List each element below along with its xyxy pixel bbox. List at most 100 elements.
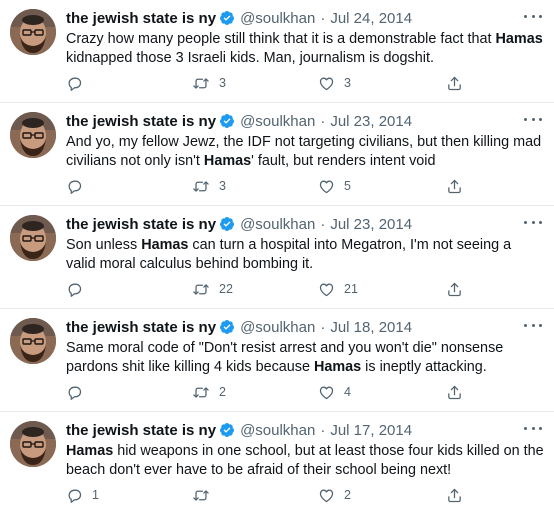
avatar[interactable] <box>10 318 56 364</box>
avatar[interactable] <box>10 9 56 55</box>
tweet-date[interactable]: Jul 17, 2014 <box>330 422 412 439</box>
retweet-button[interactable]: 3 <box>192 177 226 195</box>
avatar[interactable] <box>10 112 56 158</box>
retweet-icon <box>192 281 210 298</box>
more-options-icon[interactable] <box>524 318 542 332</box>
separator-dot: · <box>320 421 326 439</box>
reply-button[interactable]: 1 <box>66 486 99 504</box>
text-segment: Son unless <box>66 237 142 253</box>
tweet-actions: 3 3 <box>66 74 466 92</box>
heart-icon <box>318 487 335 504</box>
tweet-actions: 22 21 <box>66 280 466 298</box>
avatar[interactable] <box>10 421 56 467</box>
highlighted-term: Hamas <box>141 237 189 253</box>
retweet-button[interactable]: 3 <box>192 74 226 92</box>
verified-badge-icon <box>219 216 235 232</box>
share-button[interactable] <box>446 74 463 92</box>
separator-dot: · <box>320 112 326 130</box>
avatar-image <box>10 318 56 364</box>
tweet[interactable]: the jewish state is ny @soulkhan · Jul 2… <box>0 103 554 206</box>
like-count: 2 <box>344 488 351 502</box>
tweet-feed: the jewish state is ny @soulkhan · Jul 2… <box>0 0 554 509</box>
more-options-icon[interactable] <box>524 112 542 126</box>
display-name[interactable]: the jewish state is ny <box>66 10 216 27</box>
share-icon <box>446 281 463 298</box>
heart-icon <box>318 75 335 92</box>
share-button[interactable] <box>446 280 463 298</box>
more-options-icon[interactable] <box>524 215 542 229</box>
like-button[interactable]: 5 <box>318 177 351 195</box>
like-button[interactable]: 4 <box>318 383 351 401</box>
like-count: 21 <box>344 282 358 296</box>
tweet-text: Crazy how many people still think that i… <box>66 30 544 68</box>
reply-count: 1 <box>92 488 99 502</box>
user-handle[interactable]: @soulkhan <box>240 319 315 336</box>
user-handle[interactable]: @soulkhan <box>240 422 315 439</box>
like-count: 3 <box>344 76 351 90</box>
user-handle[interactable]: @soulkhan <box>240 10 315 27</box>
user-handle[interactable]: @soulkhan <box>240 216 315 233</box>
text-segment: hid weapons in one school, but at least … <box>66 443 544 478</box>
verified-badge-icon <box>219 10 235 26</box>
like-button[interactable]: 2 <box>318 486 351 504</box>
tweet-text: Same moral code of "Don't resist arrest … <box>66 339 544 377</box>
separator-dot: · <box>320 318 326 336</box>
reply-button[interactable] <box>66 280 92 298</box>
tweet[interactable]: the jewish state is ny @soulkhan · Jul 2… <box>0 0 554 103</box>
display-name[interactable]: the jewish state is ny <box>66 216 216 233</box>
user-handle[interactable]: @soulkhan <box>240 113 315 130</box>
tweet-header: the jewish state is ny @soulkhan · Jul 2… <box>66 8 412 28</box>
highlighted-term: Hamas <box>66 443 114 459</box>
text-segment: Crazy how many people still think that i… <box>66 31 496 47</box>
avatar-image <box>10 112 56 158</box>
tweet[interactable]: the jewish state is ny @soulkhan · Jul 2… <box>0 206 554 309</box>
like-button[interactable]: 21 <box>318 280 358 298</box>
tweet-actions: 3 5 <box>66 177 466 195</box>
highlighted-term: Hamas <box>203 153 252 169</box>
avatar-image <box>10 9 56 55</box>
tweet-header: the jewish state is ny @soulkhan · Jul 2… <box>66 111 412 131</box>
text-segment: ' fault, but renders intent void <box>251 153 436 169</box>
more-options-icon[interactable] <box>524 421 542 435</box>
retweet-count: 3 <box>219 179 226 193</box>
reply-button[interactable] <box>66 177 92 195</box>
retweet-button[interactable]: 2 <box>192 383 226 401</box>
display-name[interactable]: the jewish state is ny <box>66 422 216 439</box>
share-button[interactable] <box>446 383 463 401</box>
reply-icon <box>66 384 83 401</box>
tweet-text: Hamas hid weapons in one school, but at … <box>66 442 544 480</box>
more-options-icon[interactable] <box>524 9 542 23</box>
tweet-date[interactable]: Jul 18, 2014 <box>330 319 412 336</box>
tweet-actions: 1 2 <box>66 486 466 504</box>
share-icon <box>446 178 463 195</box>
share-button[interactable] <box>446 486 463 504</box>
like-button[interactable]: 3 <box>318 74 351 92</box>
tweet-date[interactable]: Jul 23, 2014 <box>330 113 412 130</box>
tweet[interactable]: the jewish state is ny @soulkhan · Jul 1… <box>0 412 554 509</box>
retweet-count: 3 <box>219 76 226 90</box>
tweet-actions: 2 4 <box>66 383 466 401</box>
separator-dot: · <box>320 9 326 27</box>
reply-button[interactable] <box>66 383 92 401</box>
reply-icon <box>66 178 83 195</box>
avatar-image <box>10 215 56 261</box>
avatar[interactable] <box>10 215 56 261</box>
share-button[interactable] <box>446 177 463 195</box>
display-name[interactable]: the jewish state is ny <box>66 113 216 130</box>
retweet-button[interactable]: 22 <box>192 280 233 298</box>
verified-badge-icon <box>219 422 235 438</box>
share-icon <box>446 487 463 504</box>
heart-icon <box>318 384 335 401</box>
verified-badge-icon <box>219 319 235 335</box>
retweet-button[interactable] <box>192 486 219 504</box>
display-name[interactable]: the jewish state is ny <box>66 319 216 336</box>
text-segment: is ineptly attacking. <box>361 359 487 375</box>
tweet-date[interactable]: Jul 23, 2014 <box>330 216 412 233</box>
reply-button[interactable] <box>66 74 92 92</box>
tweet[interactable]: the jewish state is ny @soulkhan · Jul 1… <box>0 309 554 412</box>
retweet-count: 22 <box>219 282 233 296</box>
tweet-date[interactable]: Jul 24, 2014 <box>330 10 412 27</box>
highlighted-term: Hamas <box>313 359 362 375</box>
highlighted-term: Hamas <box>495 31 543 47</box>
heart-icon <box>318 178 335 195</box>
